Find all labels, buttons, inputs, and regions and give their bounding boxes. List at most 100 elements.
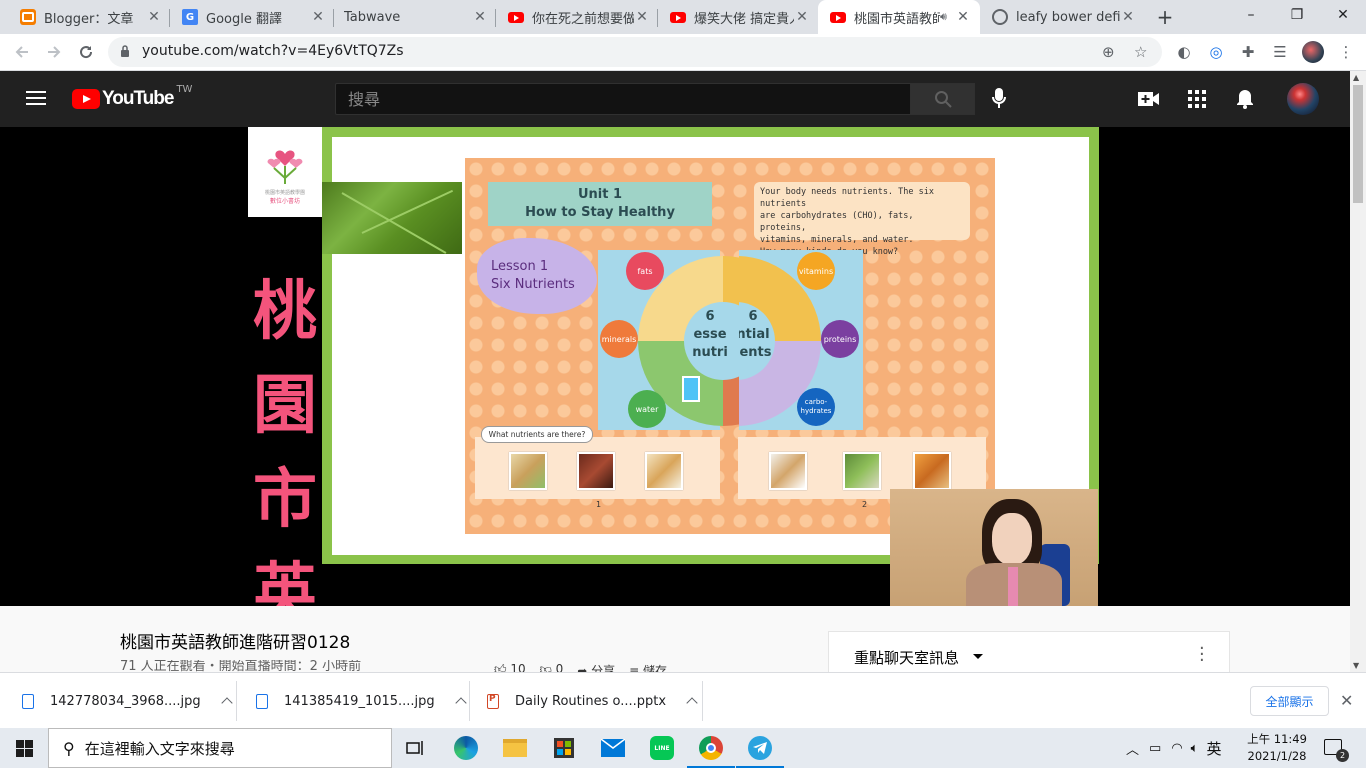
tab-close-icon[interactable]: ✕ <box>794 9 810 25</box>
store-icon[interactable] <box>550 734 578 762</box>
account-avatar[interactable] <box>1287 83 1319 115</box>
clock-time: 上午 11:49 <box>1247 732 1307 746</box>
scroll-thumb[interactable] <box>1353 85 1363 203</box>
downloads-bar: 142778034_3968....jpg 141385419_1015....… <box>0 672 1366 728</box>
like-button[interactable]: 👍︎ 10 <box>494 662 526 672</box>
voice-search-icon[interactable] <box>987 87 1011 111</box>
hamburger-menu-icon[interactable] <box>26 91 46 105</box>
youtube-header: YouTube TW <box>0 71 1350 127</box>
tab-youtube-2[interactable]: 爆笑大佬 搞定貴人 ✕ <box>658 0 818 34</box>
tab-close-icon[interactable]: ✕ <box>310 9 326 25</box>
chevron-up-icon[interactable] <box>686 697 698 709</box>
url-text: youtube.com/watch?v=4Ey6VtTQ7Zs <box>142 43 404 59</box>
tab-close-icon[interactable]: ✕ <box>146 9 162 25</box>
youtube-search-button[interactable] <box>910 83 975 115</box>
show-all-downloads-button[interactable]: 全部顯示 <box>1250 686 1329 716</box>
input-method-indicator[interactable]: 英 <box>1206 738 1221 759</box>
address-bar[interactable]: youtube.com/watch?v=4Ey6VtTQ7Zs ⊕ ☆ <box>108 37 1162 67</box>
tab-google-translate[interactable]: G Google 翻譯 ✕ <box>170 0 334 34</box>
file-explorer-icon[interactable] <box>501 734 529 762</box>
minimize-button[interactable]: – <box>1228 0 1274 30</box>
browser-menu-icon[interactable]: ⋮ <box>1336 42 1356 62</box>
intro-line: Your body needs nutrients. The six nutri… <box>760 187 934 209</box>
chevron-up-icon[interactable] <box>455 697 467 709</box>
intro-line: are carbohydrates (CHO), fats, proteins, <box>760 211 914 233</box>
tab-close-icon[interactable]: ✕ <box>1120 9 1136 25</box>
chevron-down-icon[interactable] <box>973 654 983 659</box>
nutrient-minerals: minerals <box>600 320 638 358</box>
action-center-icon[interactable] <box>1324 739 1349 762</box>
telegram-icon[interactable] <box>736 734 784 768</box>
extension-icon[interactable]: ◐ <box>1174 42 1194 62</box>
mail-icon[interactable] <box>599 734 627 762</box>
download-item[interactable]: 141385419_1015....jpg <box>256 673 467 729</box>
tray-chevron-icon[interactable]: ︿ <box>1126 739 1139 758</box>
maximize-button[interactable]: ❐ <box>1274 0 1320 30</box>
search-icon <box>934 91 952 108</box>
scroll-down-icon[interactable]: ▼ <box>1353 661 1359 670</box>
task-view-icon[interactable] <box>402 734 430 762</box>
tab-title: 你在死之前想要做 <box>532 11 634 27</box>
windows-logo-icon <box>15 739 33 757</box>
puzzle-extensions-icon[interactable]: ✚ <box>1238 42 1258 62</box>
profile-avatar-icon[interactable] <box>1302 41 1324 63</box>
tab-close-icon[interactable]: ✕ <box>955 9 971 25</box>
line-app-icon[interactable]: LINE <box>648 734 676 762</box>
tab-wordreference[interactable]: leafy bower defin ✕ <box>980 0 1144 34</box>
start-button[interactable] <box>0 728 48 768</box>
share-button[interactable]: ➦ 分享 <box>577 662 615 672</box>
nutrient-vitamins: vitamins <box>797 252 835 290</box>
tab-close-icon[interactable]: ✕ <box>472 9 488 25</box>
extension-ring-icon[interactable]: ◎ <box>1206 42 1226 62</box>
tab-youtube-active[interactable]: 桃園市英語教師 🔊︎ ✕ <box>818 0 980 34</box>
close-window-button[interactable]: ✕ <box>1320 0 1366 30</box>
dislike-button[interactable]: 👎︎ 0 <box>540 662 564 672</box>
new-tab-button[interactable]: + <box>1152 4 1178 30</box>
youtube-icon <box>670 11 686 23</box>
google-translate-icon: G <box>182 9 198 25</box>
tab-tabwave[interactable]: Tabwave ✕ <box>334 0 496 34</box>
youtube-search-input[interactable] <box>336 84 910 114</box>
back-button[interactable] <box>8 38 36 66</box>
video-title: 桃園市英語教師進階研習0128 <box>120 633 351 653</box>
presenter-webcam <box>890 489 1098 606</box>
banner-char: 園 <box>253 369 317 443</box>
edge-browser-icon[interactable] <box>452 734 480 762</box>
youtube-logo[interactable]: YouTube TW <box>72 84 192 110</box>
create-video-icon[interactable] <box>1137 87 1161 111</box>
forward-button[interactable] <box>40 38 68 66</box>
tab-title: Google 翻譯 <box>206 11 282 27</box>
bookmark-star-icon[interactable]: ☆ <box>1134 43 1147 61</box>
download-item[interactable]: Daily Routines o....pptx <box>487 673 698 729</box>
volume-icon[interactable]: 🔈︎ <box>1191 741 1199 756</box>
video-info-area: 桃園市英語教師進階研習0128 71 人正在觀看・開始直播時間：2 小時前 👍︎… <box>0 606 1350 681</box>
center-line: nutri <box>692 345 728 360</box>
scroll-up-icon[interactable]: ▲ <box>1353 73 1359 82</box>
wifi-icon[interactable]: ◠ <box>1171 741 1182 756</box>
download-item[interactable]: 142778034_3968....jpg <box>22 673 233 729</box>
speaker-icon[interactable]: 🔊︎ <box>940 10 947 24</box>
center-line: ients <box>739 345 772 360</box>
tab-close-icon[interactable]: ✕ <box>634 9 650 25</box>
video-player[interactable]: 桃園市英語教學團 數位小書坊 桃 園 市 英 語 Unit 1 How to S… <box>0 127 1350 606</box>
tab-youtube-1[interactable]: 你在死之前想要做 ✕ <box>496 0 658 34</box>
reload-button[interactable] <box>72 38 100 66</box>
nutrient-proteins: proteins <box>821 320 859 358</box>
download-filename: 142778034_3968....jpg <box>50 693 201 709</box>
battery-icon[interactable]: ▭ <box>1149 741 1161 756</box>
tab-title: 桃園市英語教師 <box>854 11 940 27</box>
chat-mode-dropdown[interactable]: 重點聊天室訊息 <box>854 647 959 668</box>
page-scrollbar[interactable]: ▲ ▼ <box>1350 71 1366 672</box>
taskbar-search-box[interactable]: ⚲ 在這裡輸入文字來搜尋 <box>48 728 392 768</box>
close-downloads-icon[interactable]: ✕ <box>1340 691 1353 710</box>
apps-grid-icon[interactable] <box>1185 87 1209 111</box>
chrome-icon[interactable] <box>687 734 735 768</box>
save-button[interactable]: ≡ 儲存 <box>629 662 667 672</box>
chat-more-icon[interactable]: · · · <box>1199 640 1205 670</box>
add-circle-icon[interactable]: ⊕ <box>1102 43 1115 61</box>
taskbar-clock[interactable]: 上午 11:49 2021/1/28 <box>1244 731 1310 765</box>
notifications-bell-icon[interactable] <box>1233 87 1257 111</box>
media-control-icon[interactable]: ☰ <box>1270 42 1290 62</box>
tab-blogger[interactable]: Blogger：文章 ✕ <box>0 0 170 34</box>
chevron-up-icon[interactable] <box>221 697 233 709</box>
